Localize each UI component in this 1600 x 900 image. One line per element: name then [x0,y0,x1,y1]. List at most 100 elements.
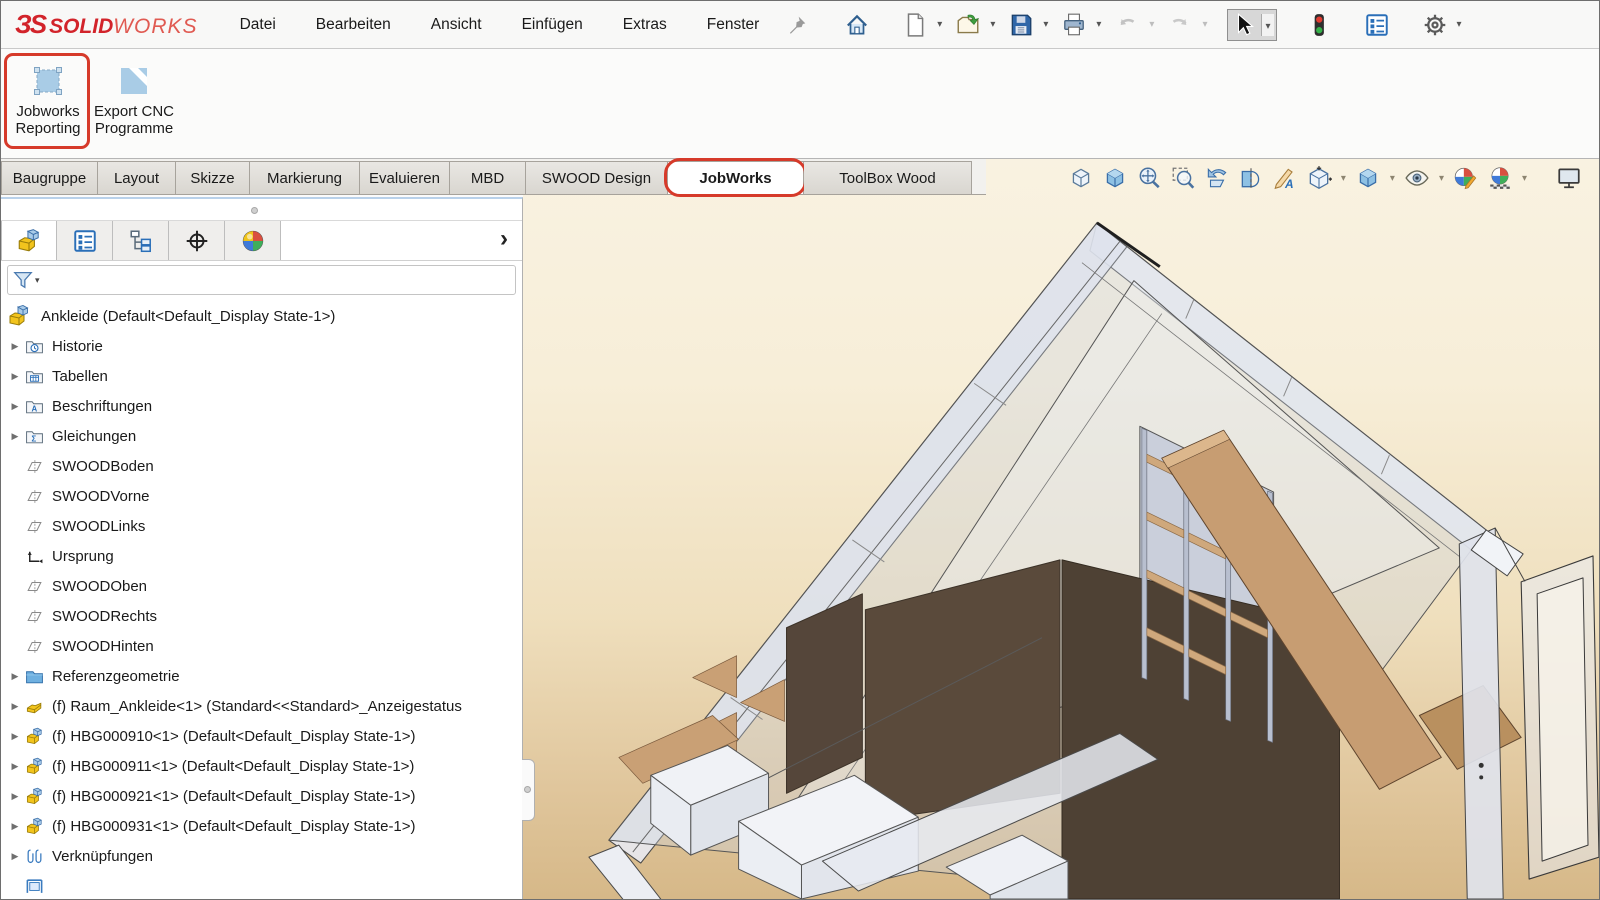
settings-dropdown-caret-icon[interactable]: ▾ [1457,19,1462,30]
jobworks-reporting-button[interactable]: Jobworks Reporting [7,57,89,145]
tree-item-swoodrechts[interactable]: SWOODRechts [1,601,522,631]
displaymanager-tab[interactable] [225,221,281,260]
filter-caret-icon[interactable]: ▾ [35,275,40,286]
panel-overflow-chevron[interactable]: › [500,225,508,253]
edit-appearance-button[interactable] [1452,164,1480,192]
tree-item-hbg000911[interactable]: ▶(f) HBG000911<1> (Default<Default_Displ… [1,751,522,781]
hide-show-items-icon [1404,165,1430,191]
annotation-sketch-button[interactable] [1271,164,1299,192]
tab-markierung[interactable]: Markierung [250,161,360,194]
expand-arrow-icon[interactable]: ▶ [5,341,25,352]
tree-item-swoodhinten[interactable]: SWOODHinten [1,631,522,661]
panel-splitter[interactable] [1,199,522,221]
save-button[interactable] [1005,9,1037,41]
isometric-view-button[interactable] [1101,164,1129,192]
expand-arrow-icon[interactable]: ▶ [5,701,25,712]
select-dropdown-caret-icon[interactable]: ▾ [1261,14,1273,36]
tree-item-swoodoben[interactable]: SWOODOben [1,571,522,601]
panel-collapse-handle[interactable] [522,759,535,821]
tree-item-swoodboden[interactable]: SWOODBoden [1,451,522,481]
hide-show-caret-icon[interactable]: ▾ [1439,173,1444,184]
tab-swood-design[interactable]: SWOOD Design [526,161,668,194]
macro-toolbar: Jobworks Reporting Export CNC Programme [1,50,1599,159]
tree-item-ursprung[interactable]: Ursprung [1,541,522,571]
expand-arrow-icon[interactable]: ▶ [5,821,25,832]
save-dropdown-caret-icon[interactable]: ▾ [1043,19,1048,30]
tab-evaluieren-label: Evaluieren [369,170,440,187]
featuremanager-tree-tab[interactable] [1,221,57,260]
view-settings-button[interactable] [1555,164,1583,192]
tab-jobworks[interactable]: JobWorks [668,161,804,194]
tree-item-gleichungen[interactable]: ▶Gleichungen [1,421,522,451]
menu-fenster[interactable]: Fenster [705,12,762,38]
expand-arrow-icon[interactable]: ▶ [5,401,25,412]
print-dropdown-caret-icon[interactable]: ▾ [1096,19,1101,30]
apply-scene-caret-icon[interactable]: ▾ [1522,173,1527,184]
tree-item-hbg000910[interactable]: ▶(f) HBG000910<1> (Default<Default_Displ… [1,721,522,751]
tab-baugruppe[interactable]: Baugruppe [1,161,98,194]
display-style-caret-icon[interactable]: ▾ [1390,173,1395,184]
part-icon [25,697,44,716]
hide-show-items-button[interactable] [1403,164,1431,192]
tree-item-swoodlinks[interactable]: SWOODLinks [1,511,522,541]
display-style-button[interactable] [1354,164,1382,192]
configuration-tree-icon [128,228,154,254]
expand-arrow-icon[interactable]: ▶ [5,371,25,382]
tree-filter-bar: ▾ [1,261,522,299]
select-tool-button[interactable]: ▾ [1227,9,1276,41]
expand-arrow-icon[interactable]: ▶ [5,761,25,772]
tree-root-ankleide[interactable]: Ankleide (Default<Default_Display State-… [1,301,522,331]
magnify-pan-button[interactable] [1135,164,1163,192]
graphics-viewport[interactable]: ▾ ▾ ▾ ▾ [523,159,1599,899]
tree-item-tabellen[interactable]: ▶Tabellen [1,361,522,391]
tab-toolbox-wood[interactable]: ToolBox Wood [804,161,972,194]
rebuild-traffic-light-button[interactable] [1303,9,1335,41]
view-orientation-button[interactable] [1305,164,1333,192]
view-orientation-caret-icon[interactable]: ▾ [1341,173,1346,184]
menu-datei[interactable]: Datei [238,12,278,38]
menu-ansicht[interactable]: Ansicht [429,12,484,38]
new-document-button[interactable] [899,9,931,41]
plane-icon [25,457,44,476]
tab-mbd[interactable]: MBD [450,161,526,194]
section-view-button[interactable] [1237,164,1265,192]
tree-item-swoodvorne[interactable]: SWOODVorne [1,481,522,511]
menu-extras[interactable]: Extras [621,12,669,38]
open-button[interactable] [952,9,984,41]
dimxpertmanager-tab[interactable] [169,221,225,260]
3d-model-view[interactable] [523,159,1599,899]
settings-button[interactable] [1419,9,1451,41]
menu-bearbeiten[interactable]: Bearbeiten [314,12,393,38]
previous-view-button[interactable] [1203,164,1231,192]
tree-item-historie[interactable]: ▶Historie [1,331,522,361]
new-dropdown-caret-icon[interactable]: ▾ [937,19,942,30]
open-dropdown-caret-icon[interactable]: ▾ [990,19,995,30]
zoom-to-fit-button[interactable] [1067,164,1095,192]
print-button[interactable] [1058,9,1090,41]
expand-arrow-icon[interactable]: ▶ [5,791,25,802]
tree-item-raum-ankleide[interactable]: ▶(f) Raum_Ankleide<1> (Standard<<Standar… [1,691,522,721]
tree-item-hbg000921[interactable]: ▶(f) HBG000921<1> (Default<Default_Displ… [1,781,522,811]
configurationmanager-tab[interactable] [113,221,169,260]
expand-arrow-icon[interactable]: ▶ [5,431,25,442]
tab-evaluieren[interactable]: Evaluieren [360,161,450,194]
expand-arrow-icon[interactable]: ▶ [5,671,25,682]
expand-arrow-icon[interactable]: ▶ [5,731,25,742]
tab-skizze[interactable]: Skizze [176,161,250,194]
propertymanager-tab[interactable] [57,221,113,260]
tree-item-verknuepfungen[interactable]: ▶Verknüpfungen [1,841,522,871]
tree-item-hbg000931[interactable]: ▶(f) HBG000931<1> (Default<Default_Displ… [1,811,522,841]
export-cnc-button[interactable]: Export CNC Programme [93,57,175,145]
expand-arrow-icon[interactable]: ▶ [5,851,25,862]
tab-layout[interactable]: Layout [98,161,176,194]
options-list-button[interactable] [1361,9,1393,41]
tree-item-partial[interactable] [1,871,522,899]
pushpin-icon[interactable] [787,15,807,35]
menu-einfuegen[interactable]: Einfügen [520,12,585,38]
tree-filter-input[interactable]: ▾ [7,265,516,295]
home-button[interactable] [841,9,873,41]
zoom-to-area-button[interactable] [1169,164,1197,192]
tree-item-referenzgeometrie[interactable]: ▶Referenzgeometrie [1,661,522,691]
tree-item-beschriftungen[interactable]: ▶Beschriftungen [1,391,522,421]
apply-scene-button[interactable] [1486,164,1514,192]
